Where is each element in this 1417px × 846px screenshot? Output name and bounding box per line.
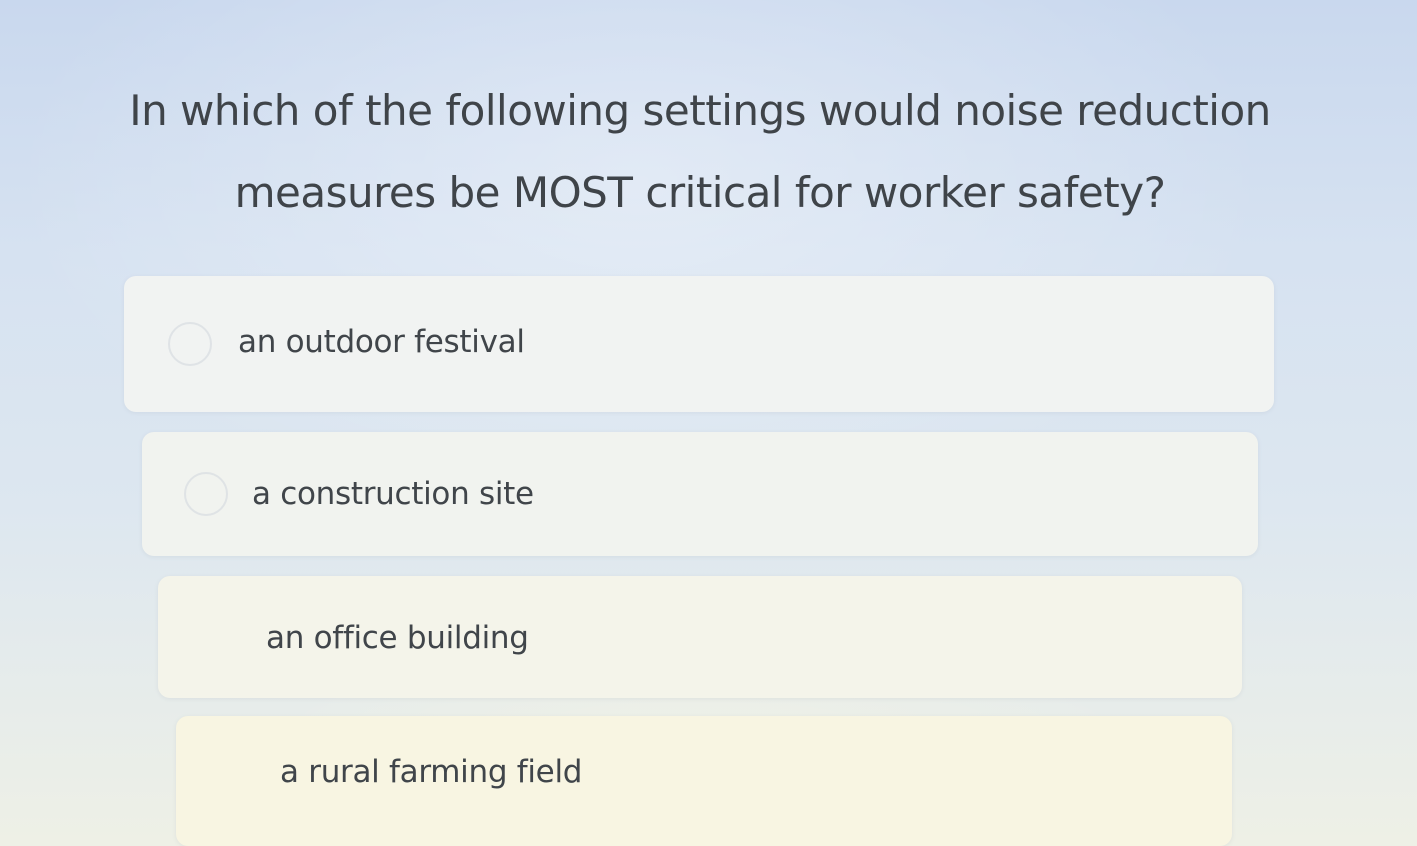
answer-option-outdoor-festival[interactable]: an outdoor festival — [124, 276, 1274, 412]
question-text: In which of the following settings would… — [100, 70, 1300, 234]
answer-label: an outdoor festival — [238, 324, 525, 360]
radio-button[interactable] — [184, 472, 228, 516]
question-line-1: In which of the following settings would… — [129, 86, 1271, 135]
question-line-2: measures be MOST critical for worker saf… — [234, 168, 1166, 217]
answer-label: a rural farming field — [280, 754, 583, 790]
answer-option-office-building[interactable]: an office building — [158, 576, 1242, 698]
answer-label: a construction site — [252, 476, 534, 512]
answer-option-construction-site[interactable]: a construction site — [142, 432, 1258, 556]
radio-button[interactable] — [168, 322, 212, 366]
answer-option-rural-farming-field[interactable]: a rural farming field — [176, 716, 1232, 846]
answer-label: an office building — [266, 620, 529, 656]
